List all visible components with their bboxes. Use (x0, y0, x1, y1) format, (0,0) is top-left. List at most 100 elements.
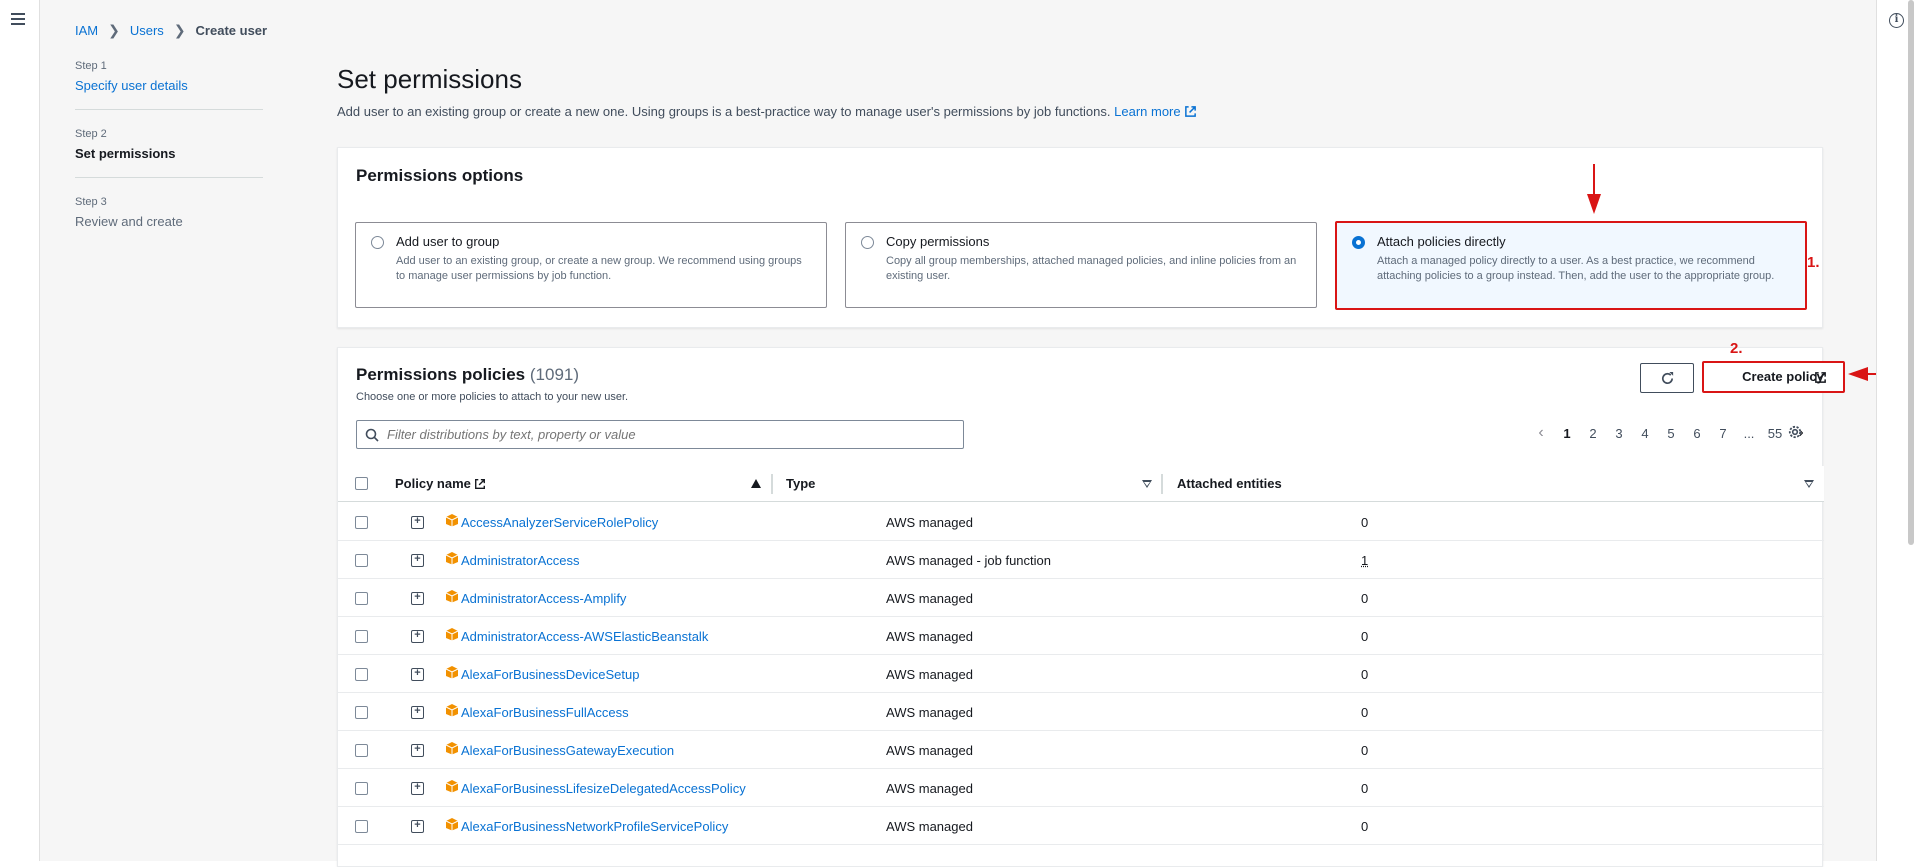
attached-entities: 0 (1361, 515, 1369, 530)
page-2[interactable]: 2 (1580, 426, 1606, 441)
package-icon (445, 666, 459, 679)
policy-type: AWS managed (886, 591, 973, 606)
right-tools-rail: i (1876, 0, 1916, 861)
create-policy-button[interactable]: Create policy (1702, 361, 1845, 393)
page-1[interactable]: 1 (1554, 426, 1580, 441)
expand-icon[interactable]: + (411, 592, 424, 605)
info-icon[interactable]: i (1889, 13, 1904, 28)
attached-entities: 0 (1361, 591, 1369, 606)
step-number: Step 1 (75, 60, 107, 72)
expand-icon[interactable]: + (411, 668, 424, 681)
expand-icon[interactable]: + (411, 820, 424, 833)
row-checkbox[interactable] (355, 782, 368, 795)
step-number: Step 3 (75, 196, 107, 208)
page-subtitle: Add user to an existing group or create … (337, 104, 1197, 119)
sort-desc-icon[interactable] (1804, 480, 1814, 488)
breadcrumb-users[interactable]: Users (130, 23, 164, 38)
policy-type: AWS managed (886, 705, 973, 720)
col-attached-entities[interactable]: Attached entities (1177, 476, 1282, 491)
pagination: ‹ 1 2 3 4 5 6 7 ... 55 › (1528, 424, 1814, 442)
row-checkbox[interactable] (355, 630, 368, 643)
attached-entities: 0 (1361, 629, 1369, 644)
policies-description: Choose one or more policies to attach to… (356, 391, 629, 403)
attached-entities: 0 (1361, 743, 1369, 758)
col-policy-name[interactable]: Policy name (395, 476, 486, 491)
page-6[interactable]: 6 (1684, 426, 1710, 441)
table-row: + AdministratorAccess-AWSElasticBeanstalk… (338, 617, 1824, 655)
policy-name-link[interactable]: AdministratorAccess-Amplify (461, 591, 626, 606)
policy-type: AWS managed (886, 819, 973, 834)
policy-type: AWS managed (886, 629, 973, 644)
policy-name-link[interactable]: AdministratorAccess-AWSElasticBeanstalk (461, 629, 708, 644)
sort-desc-icon[interactable] (1142, 480, 1152, 488)
row-checkbox[interactable] (355, 744, 368, 757)
policy-name-link[interactable]: AlexaForBusinessNetworkProfileServicePol… (461, 819, 728, 834)
policy-type: AWS managed - job function (886, 553, 1051, 568)
attached-entities[interactable]: 1 (1361, 553, 1368, 568)
policy-name-link[interactable]: AdministratorAccess (461, 553, 579, 568)
policy-type: AWS managed (886, 743, 973, 758)
annotation-label-2: 2. (1730, 340, 1743, 357)
option-add-user-to-group[interactable]: Add user to group Add user to an existin… (355, 222, 827, 308)
policy-name-link[interactable]: AlexaForBusinessGatewayExecution (461, 743, 674, 758)
radio-copy-permissions[interactable] (861, 236, 874, 249)
refresh-icon (1662, 371, 1674, 384)
expand-icon[interactable]: + (411, 782, 424, 795)
table-header: Policy name Type Attached entities (338, 466, 1824, 502)
gear-icon[interactable] (1787, 424, 1803, 440)
package-icon (445, 514, 459, 527)
table-row: + AlexaForBusinessLifesizeDelegatedAccess… (338, 769, 1824, 807)
page-55[interactable]: 55 (1762, 426, 1788, 441)
table-row: + AdministratorAccess-Amplify AWS managed 0 (338, 579, 1824, 617)
row-checkbox[interactable] (355, 554, 368, 567)
table-row: + AlexaForBusinessDeviceSetup AWS managed 0 (338, 655, 1824, 693)
package-icon (445, 818, 459, 831)
external-link-icon (1185, 106, 1197, 117)
page-4[interactable]: 4 (1632, 426, 1658, 441)
step-1-link[interactable]: Specify user details (75, 78, 263, 93)
breadcrumb-iam[interactable]: IAM (75, 23, 98, 38)
expand-icon[interactable]: + (411, 706, 424, 719)
policy-name-link[interactable]: AlexaForBusinessLifesizeDelegatedAccessP… (461, 781, 746, 796)
filter-input[interactable] (387, 421, 957, 448)
policy-name-link[interactable]: AccessAnalyzerServiceRolePolicy (461, 515, 658, 530)
option-copy-permissions[interactable]: Copy permissions Copy all group membersh… (845, 222, 1317, 308)
page-3[interactable]: 3 (1606, 426, 1632, 441)
radio-add-user-to-group[interactable] (371, 236, 384, 249)
expand-icon[interactable]: + (411, 516, 424, 529)
options-title: Permissions options (356, 166, 524, 185)
filter-box (356, 420, 964, 449)
package-icon (445, 780, 459, 793)
radio-attach-policies-directly[interactable] (1352, 236, 1365, 249)
page-7[interactable]: 7 (1710, 426, 1736, 441)
row-checkbox[interactable] (355, 668, 368, 681)
expand-icon[interactable]: + (411, 554, 424, 567)
policy-name-link[interactable]: AlexaForBusinessDeviceSetup (461, 667, 639, 682)
row-checkbox[interactable] (355, 820, 368, 833)
chevron-left-icon[interactable]: ‹ (1528, 424, 1554, 442)
policy-name-link[interactable]: AlexaForBusinessFullAccess (461, 705, 629, 720)
step-3: Step 3 Review and create (75, 196, 263, 245)
expand-icon[interactable]: + (411, 630, 424, 643)
sort-asc-icon[interactable] (751, 479, 761, 488)
attached-entities: 0 (1361, 705, 1369, 720)
select-all-checkbox[interactable] (355, 477, 368, 490)
refresh-button[interactable] (1640, 363, 1694, 393)
package-icon (445, 590, 459, 603)
learn-more-link[interactable]: Learn more (1114, 104, 1197, 119)
option-desc: Add user to an existing group, or create… (396, 255, 802, 282)
policy-type: AWS managed (886, 667, 973, 682)
option-label: Attach policies directly (1377, 234, 1506, 249)
menu-icon[interactable] (11, 13, 25, 25)
row-checkbox[interactable] (355, 516, 368, 529)
package-icon (445, 742, 459, 755)
option-attach-policies-directly[interactable]: Attach policies directly Attach a manage… (1335, 221, 1807, 310)
vertical-scrollbar[interactable] (1908, 0, 1914, 545)
row-checkbox[interactable] (355, 592, 368, 605)
col-type[interactable]: Type (786, 476, 815, 491)
expand-icon[interactable]: + (411, 744, 424, 757)
subtitle-text: Add user to an existing group or create … (337, 104, 1111, 119)
page-5[interactable]: 5 (1658, 426, 1684, 441)
chevron-right-icon: ❯ (173, 22, 186, 38)
row-checkbox[interactable] (355, 706, 368, 719)
